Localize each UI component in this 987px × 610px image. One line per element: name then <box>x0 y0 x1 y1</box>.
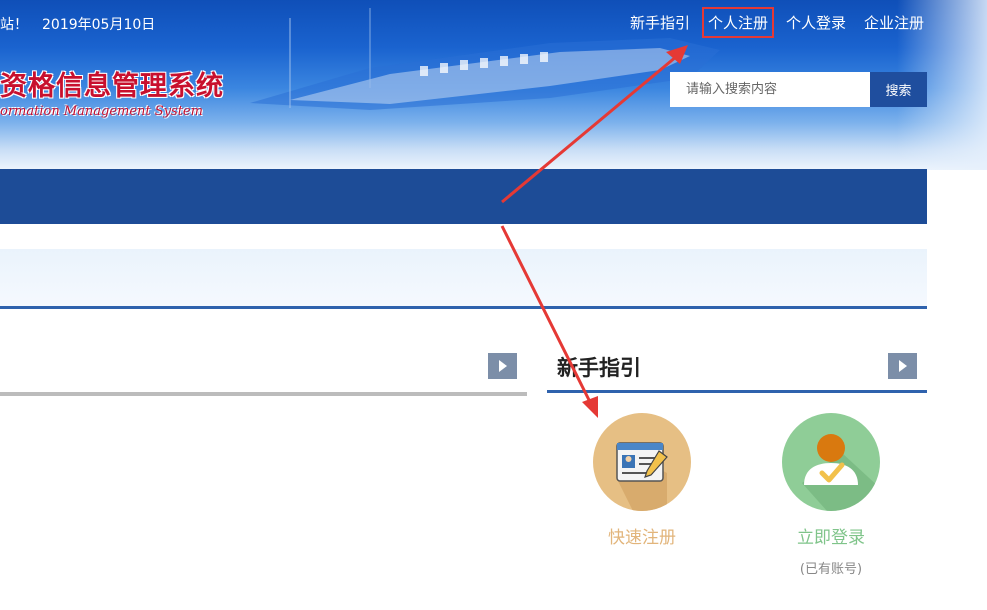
login-sublabel: (已有账号) <box>799 562 863 577</box>
left-more-button[interactable] <box>488 353 517 379</box>
quick-register-link[interactable]: 快速注册 <box>572 523 712 548</box>
main-nav-bar <box>0 169 927 224</box>
link-personal-register[interactable]: 个人注册 <box>701 7 774 38</box>
play-right-icon <box>898 360 907 372</box>
system-subtitle: ormation Management System <box>0 104 203 119</box>
link-beginner-guide[interactable]: 新手指引 <box>627 10 693 35</box>
guide-section-header: 新手指引 <box>547 352 927 393</box>
id-card-edit-icon <box>616 442 668 511</box>
header-banner: 站！ 2019年05月10日 新手指引 个人注册 个人登录 企业注册 资格信息管理… <box>0 0 987 170</box>
search-input[interactable] <box>670 72 870 107</box>
arrow-head-down-icon <box>582 396 598 418</box>
greeting-text: 站！ 2019年05月10日 <box>0 17 156 33</box>
quick-register-icon-button[interactable] <box>593 413 691 511</box>
guide-more-button[interactable] <box>888 353 917 379</box>
sub-banner <box>0 249 927 309</box>
top-links: 新手指引 个人注册 个人登录 企业注册 <box>627 7 927 38</box>
search-button[interactable]: 搜索 <box>870 72 927 107</box>
link-company-register[interactable]: 企业注册 <box>861 10 927 35</box>
search-bar: 搜索 <box>670 72 927 107</box>
login-link[interactable]: 立即登录 <box>761 523 901 548</box>
left-section-header <box>0 352 527 396</box>
login-icon-button[interactable] <box>782 413 880 511</box>
current-date: 2019年05月10日 <box>42 17 156 33</box>
system-title: 资格信息管理系统 <box>0 71 224 102</box>
play-right-icon <box>498 360 507 372</box>
guide-title: 新手指引 <box>557 356 641 380</box>
user-check-icon <box>802 434 880 511</box>
link-personal-login[interactable]: 个人登录 <box>783 10 849 35</box>
